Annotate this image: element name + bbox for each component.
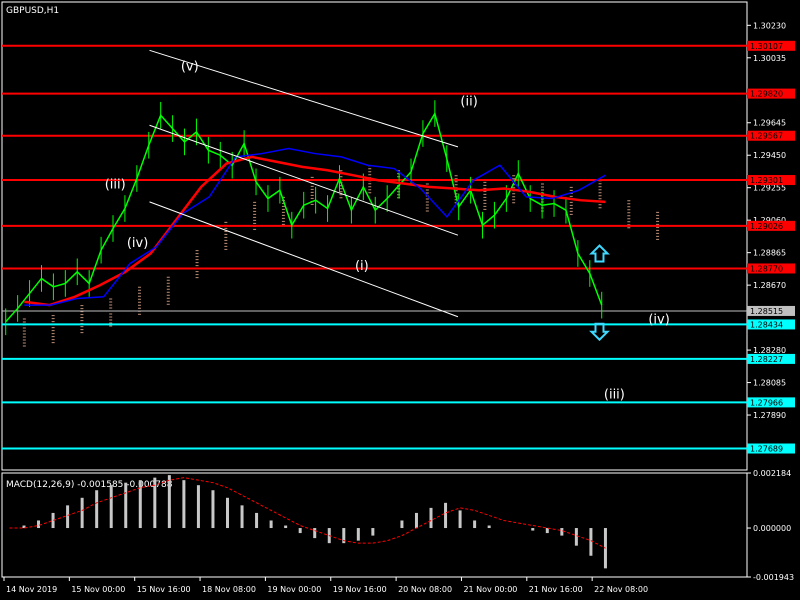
price-tick-label: 1.29450 [753,151,786,160]
wave-label: (ii) [460,94,477,109]
price-tick-label: 1.27890 [753,411,786,420]
price-tick-label: 1.30035 [753,54,786,63]
time-tick-label: 18 Nov 08:00 [202,585,256,594]
price-tag-label: 1.29301 [750,176,783,185]
wave-label: (iii) [604,387,625,402]
price-tag-label: 1.28515 [750,307,783,316]
price-tag-label: 1.28770 [750,264,783,273]
price-tag-label: 1.28434 [750,320,783,329]
chart-background [0,0,800,600]
price-tag-label: 1.29820 [750,90,783,99]
price-tick-label: 1.28085 [753,379,786,388]
price-tag-label: 1.28227 [750,355,783,364]
macd-tick-label: -0.001943 [753,573,794,582]
time-tick-label: 20 Nov 08:00 [398,585,452,594]
time-tick-label: 21 Nov 00:00 [463,585,517,594]
time-tick-label: 14 Nov 2019 [6,585,57,594]
price-tick-label: 1.29255 [753,184,786,193]
price-tick-label: 1.30230 [753,21,786,30]
price-tag-label: 1.29026 [750,222,783,231]
macd-tick-label: 0.002184 [753,469,791,478]
symbol-timeframe-label: GBPUSD,H1 [6,6,59,16]
price-tag-label: 1.27689 [750,445,783,454]
time-tick-label: 19 Nov 00:00 [267,585,321,594]
price-tag-label: 1.27966 [750,398,783,407]
wave-label: (iii) [105,178,126,193]
time-tick-label: 15 Nov 16:00 [137,585,191,594]
price-tick-label: 1.28865 [753,249,786,258]
price-tick-label: 1.28670 [753,281,786,290]
macd-label: MACD(12,26,9) -0.001585 -0.000788 [6,480,173,490]
time-tick-label: 22 Nov 08:00 [594,585,648,594]
wave-label: (iv) [127,236,148,251]
macd-tick-label: 0.000000 [753,524,791,533]
price-tag-label: 1.29567 [750,132,783,141]
time-tick-label: 21 Nov 16:00 [529,585,583,594]
wave-label: (iv) [648,312,669,327]
price-tick-label: 1.29645 [753,119,786,128]
wave-label: (i) [355,259,369,274]
time-tick-label: 15 Nov 00:00 [71,585,125,594]
chart-canvas: GBPUSD,H1 MACD(12,26,9) -0.001585 -0.000… [0,0,800,600]
time-tick-label: 19 Nov 16:00 [333,585,387,594]
price-tag-label: 1.30107 [750,42,783,51]
price-tick-label: 1.28280 [753,346,786,355]
wave-label: (v) [181,59,199,74]
